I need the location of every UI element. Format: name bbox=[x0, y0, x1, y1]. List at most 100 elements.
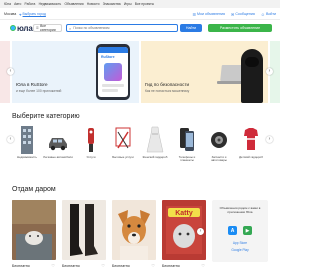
favorite-heart-icon[interactable]: ♡ bbox=[151, 263, 155, 268]
google-play-icon[interactable]: ▶ bbox=[243, 226, 252, 235]
category-household-services[interactable]: Бытовые услуги bbox=[108, 124, 138, 172]
category-label: Услуги bbox=[86, 155, 96, 159]
category-label: Бытовые услуги bbox=[112, 155, 134, 159]
search-input[interactable] bbox=[73, 25, 170, 31]
category-cars[interactable]: Легковые автомобили bbox=[43, 124, 73, 172]
category-label: Недвижимость bbox=[17, 155, 37, 159]
service-icon bbox=[81, 124, 101, 154]
top-link-games[interactable]: Игры bbox=[124, 2, 132, 6]
listing-card[interactable]: Бесплатно ♡ bbox=[12, 200, 56, 280]
dress-icon bbox=[145, 124, 165, 154]
post-ad-button[interactable]: Разместить объявление bbox=[208, 24, 272, 32]
all-categories-button[interactable]: ≡ Все категории bbox=[33, 24, 62, 32]
promo-banners: Юла в RuStore и еще более 100 приложений… bbox=[0, 41, 280, 103]
user-icon: ☺ bbox=[260, 11, 265, 17]
listing-price: Бесплатно bbox=[162, 264, 180, 268]
phone-line-2 bbox=[102, 89, 118, 92]
car-icon bbox=[48, 124, 68, 154]
favorite-heart-icon[interactable]: ♡ bbox=[101, 263, 105, 268]
rustore-app-tile bbox=[104, 63, 122, 81]
household-service-icon bbox=[113, 124, 133, 154]
favorite-heart-icon[interactable]: ♡ bbox=[51, 263, 55, 268]
listing-card[interactable]: Бесплатно ♡ bbox=[112, 200, 156, 280]
categories-next-arrow-icon[interactable]: › bbox=[266, 136, 273, 143]
banner-rustore-title: Юла в RuStore bbox=[16, 82, 48, 87]
find-button[interactable]: Найти bbox=[180, 24, 202, 32]
yula-logo[interactable]: юла bbox=[10, 23, 33, 33]
building-icon bbox=[17, 124, 37, 154]
banner-next-arrow-icon[interactable]: › bbox=[266, 68, 273, 75]
my-offers-label: Мои объявления bbox=[196, 12, 225, 16]
listing-price: Бесплатно bbox=[12, 264, 30, 268]
top-link-auto[interactable]: Авто bbox=[14, 2, 21, 6]
category-auto-parts[interactable]: Запчасти и автотовары bbox=[204, 124, 234, 172]
category-women-clothes[interactable]: Женский гардероб bbox=[140, 124, 170, 172]
categories-carousel: ‹ Недвижимость Легковые автомобили Услуг… bbox=[0, 124, 280, 174]
location-pin-icon: ⌖ bbox=[19, 11, 22, 17]
category-phones[interactable]: Телефоны и планшеты bbox=[172, 124, 202, 172]
category-label: Запчасти и автотовары bbox=[211, 155, 227, 163]
phone-illustration: RuStore bbox=[96, 44, 130, 100]
search-icon: ⌕ bbox=[69, 25, 72, 31]
gifts-next-arrow-icon[interactable]: › bbox=[197, 228, 204, 235]
google-play-link[interactable]: Google Play bbox=[216, 248, 264, 252]
yula-logo-mark bbox=[10, 25, 16, 31]
phone-line-1 bbox=[102, 84, 124, 87]
boots-photo bbox=[62, 200, 106, 260]
banner-prev-arrow-icon[interactable]: ‹ bbox=[7, 68, 14, 75]
chat-icon: ✉ bbox=[230, 11, 235, 17]
app-promo-title: Объявления рядом с вами в приложении Юла bbox=[219, 206, 261, 214]
top-link-jobs[interactable]: Работа bbox=[25, 2, 36, 6]
cat-photo bbox=[12, 200, 56, 260]
appstore-link[interactable]: App Store bbox=[216, 241, 264, 245]
listing-card[interactable]: Бесплатно ♡ bbox=[62, 200, 106, 280]
banner-safety-title: Гид по безопасности bbox=[145, 82, 190, 87]
my-offers-link[interactable]: ☰ Мои объявления bbox=[192, 12, 225, 17]
banner-rustore[interactable]: Юла в RuStore и еще более 100 приложений… bbox=[12, 41, 139, 103]
category-realty[interactable]: Недвижимость bbox=[12, 124, 42, 172]
top-link-dating[interactable]: Знакомства bbox=[103, 2, 121, 6]
listing-price: Бесплатно bbox=[112, 264, 130, 268]
kids-clothes-icon bbox=[241, 124, 261, 154]
auto-parts-icon bbox=[209, 124, 229, 154]
dog-photo bbox=[112, 200, 156, 260]
user-links: ☰ Мои объявления ✉ Сообщения ☺ Войти bbox=[186, 10, 276, 18]
listing-price: Бесплатно bbox=[62, 264, 80, 268]
banner-safety-subtitle: Как не попасться мошеннику bbox=[145, 89, 190, 93]
current-city: Москва bbox=[4, 12, 17, 16]
top-nav-bar: Юла Авто Работа Недвижимость Объявления … bbox=[0, 0, 280, 8]
list-icon: ☰ bbox=[192, 11, 196, 17]
phone-screen: RuStore bbox=[98, 47, 128, 97]
hacker-face bbox=[245, 57, 259, 67]
login-link[interactable]: ☺ Войти bbox=[261, 12, 276, 17]
category-label: Женский гардероб bbox=[142, 155, 168, 159]
phone-icon bbox=[177, 124, 197, 154]
listing-card[interactable]: Katty Бесплатно ♡ bbox=[162, 200, 206, 280]
yula-logo-text: юла bbox=[17, 23, 33, 33]
category-kids-clothes[interactable]: Детский гардероб bbox=[236, 124, 266, 172]
rustore-brand: RuStore bbox=[101, 55, 115, 59]
favorite-heart-icon[interactable]: ♡ bbox=[201, 263, 205, 268]
choose-city-link[interactable]: Выбрать город bbox=[23, 12, 46, 16]
search-box: ⌕ bbox=[66, 24, 178, 32]
top-link-news[interactable]: Новости bbox=[87, 2, 100, 6]
top-link-all-projects[interactable]: Все проекты bbox=[135, 2, 154, 6]
appstore-icon[interactable]: A bbox=[228, 226, 237, 235]
banner-safety-guide[interactable]: Гид по безопасности Как не попасться мош… bbox=[141, 41, 268, 103]
top-link-ads[interactable]: Объявления bbox=[64, 2, 83, 6]
app-promo-block: Объявления рядом с вами в приложении Юла… bbox=[212, 200, 268, 262]
category-label: Телефоны и планшеты bbox=[178, 155, 196, 163]
category-label: Детский гардероб bbox=[239, 155, 263, 159]
messages-link[interactable]: ✉ Сообщения bbox=[231, 12, 255, 17]
categories-section-title: Выберите категорию bbox=[12, 113, 80, 120]
top-link-yula[interactable]: Юла bbox=[4, 2, 11, 6]
menu-icon: ≡ bbox=[36, 24, 39, 30]
banner-rustore-subtitle: и еще более 100 приложений bbox=[16, 89, 62, 93]
category-label: Легковые автомобили bbox=[43, 155, 73, 159]
all-categories-label: Все категории bbox=[40, 24, 56, 32]
phone-screen-bar bbox=[98, 47, 128, 53]
header-divider bbox=[0, 19, 280, 20]
katty-brand-label: Katty bbox=[175, 210, 193, 217]
category-services[interactable]: Услуги bbox=[76, 124, 106, 172]
top-link-realty[interactable]: Недвижимость bbox=[39, 2, 62, 6]
